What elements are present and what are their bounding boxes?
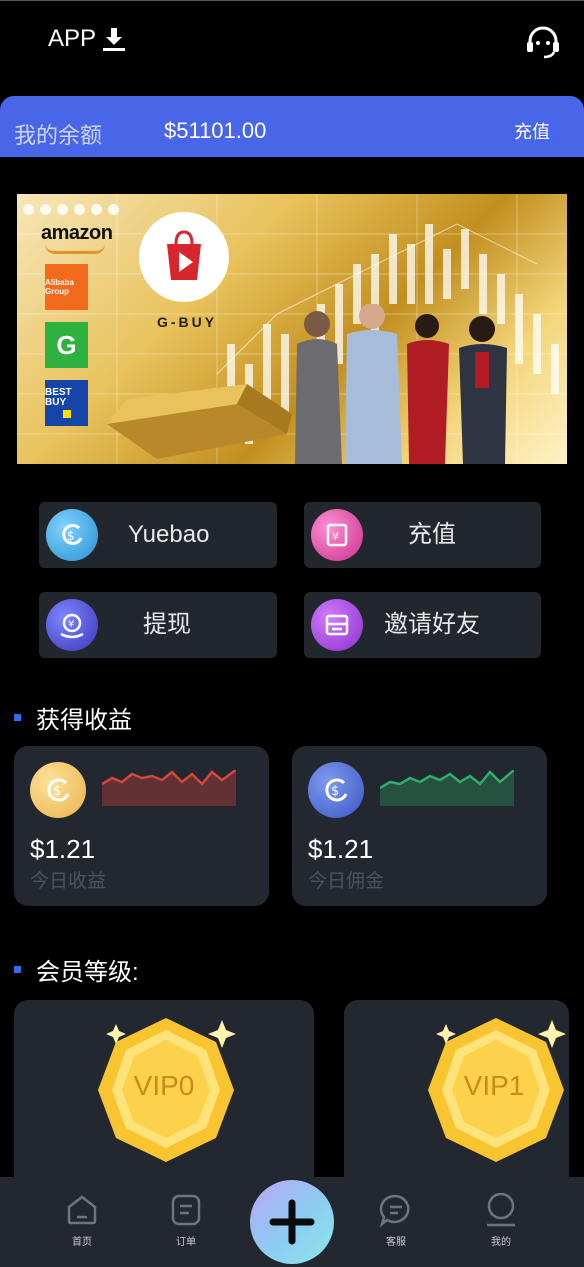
yuebao-label: Yuebao bbox=[128, 521, 210, 548]
nav-home[interactable]: 首页 bbox=[52, 1193, 112, 1248]
top-bar: APP bbox=[0, 0, 584, 80]
dollar-coin-icon: $ bbox=[308, 762, 364, 818]
nav-orders[interactable]: 订单 bbox=[156, 1193, 216, 1248]
withdraw-icon: ¥ bbox=[46, 599, 98, 651]
svg-text:$: $ bbox=[67, 529, 75, 543]
nav-support[interactable]: 客服 bbox=[366, 1193, 426, 1248]
recharge-label: 充值 bbox=[408, 521, 456, 548]
plus-icon bbox=[269, 1199, 315, 1245]
shopping-bag-icon bbox=[167, 230, 201, 280]
earnings-section-title: 获得收益 bbox=[14, 700, 132, 735]
invite-mail-icon bbox=[311, 599, 363, 651]
today-commission-card[interactable]: $ $1.21 今日佣金 bbox=[292, 746, 547, 906]
section-marker bbox=[14, 966, 21, 973]
today-commission-caption: 今日佣金 bbox=[308, 871, 385, 892]
vip1-label: VIP1 bbox=[463, 1070, 525, 1101]
commission-trend-sparkline bbox=[380, 770, 514, 806]
gmarket-logo: G bbox=[45, 322, 88, 368]
amazon-smile-icon bbox=[45, 244, 105, 254]
balance-value: $51101.00 bbox=[164, 118, 267, 143]
vip0-label: VIP0 bbox=[133, 1070, 195, 1101]
app-download-button[interactable]: APP bbox=[48, 25, 126, 53]
carousel-dots[interactable] bbox=[23, 204, 119, 215]
gbuy-logo bbox=[139, 212, 229, 302]
svg-text:$: $ bbox=[53, 784, 61, 799]
invite-friends-button[interactable]: 邀请好友 bbox=[304, 592, 541, 658]
balance-label: 我的余额 bbox=[14, 123, 103, 148]
section-marker bbox=[14, 714, 21, 721]
recharge-button[interactable]: ¥ 充值 bbox=[304, 502, 541, 568]
withdraw-button[interactable]: ¥ 提现 bbox=[39, 592, 277, 658]
plus-button[interactable] bbox=[250, 1180, 334, 1264]
vip0-card[interactable]: VIP0 bbox=[14, 1000, 314, 1190]
svg-text:¥: ¥ bbox=[68, 619, 74, 630]
headset-icon[interactable] bbox=[524, 25, 562, 59]
recharge-link[interactable]: 充值 bbox=[514, 118, 550, 144]
app-label: APP bbox=[48, 25, 97, 52]
promo-banner[interactable]: amazon Alibaba Group G BEST BUY G-BUY bbox=[17, 194, 567, 464]
download-icon bbox=[103, 28, 126, 51]
today-earnings-card[interactable]: $ $1.21 今日收益 bbox=[14, 746, 269, 906]
svg-text:¥: ¥ bbox=[332, 530, 339, 543]
business-people-image bbox=[295, 304, 507, 464]
balance-bar: 我的余额 $51101.00 充值 bbox=[0, 96, 584, 157]
gold-bars-image bbox=[107, 384, 292, 459]
yuebao-coin-icon: $ bbox=[46, 509, 98, 561]
bestbuy-logo: BEST BUY bbox=[45, 380, 88, 426]
membership-section-title: 会员等级: bbox=[14, 952, 139, 987]
withdraw-label: 提现 bbox=[143, 611, 191, 638]
yuebao-button[interactable]: $ Yuebao bbox=[39, 502, 277, 568]
dollar-coin-icon: $ bbox=[30, 762, 86, 818]
svg-text:$: $ bbox=[331, 784, 339, 799]
chat-icon bbox=[379, 1194, 410, 1227]
recharge-yen-icon: ¥ bbox=[311, 509, 363, 561]
earnings-trend-sparkline bbox=[102, 770, 236, 806]
home-icon bbox=[67, 1195, 97, 1225]
today-commission-amount: $1.21 bbox=[308, 834, 374, 864]
vip1-card[interactable]: VIP1 bbox=[344, 1000, 569, 1190]
today-earnings-caption: 今日收益 bbox=[30, 871, 107, 892]
profile-icon bbox=[487, 1193, 515, 1227]
gbuy-text: G-BUY bbox=[157, 314, 218, 330]
invite-friends-label: 邀请好友 bbox=[384, 611, 480, 638]
alibaba-logo: Alibaba Group bbox=[45, 264, 88, 310]
orders-icon bbox=[171, 1194, 201, 1226]
amazon-logo: amazon bbox=[41, 222, 113, 244]
today-earnings-amount: $1.21 bbox=[30, 834, 96, 864]
nav-profile[interactable]: 我的 bbox=[471, 1193, 531, 1248]
